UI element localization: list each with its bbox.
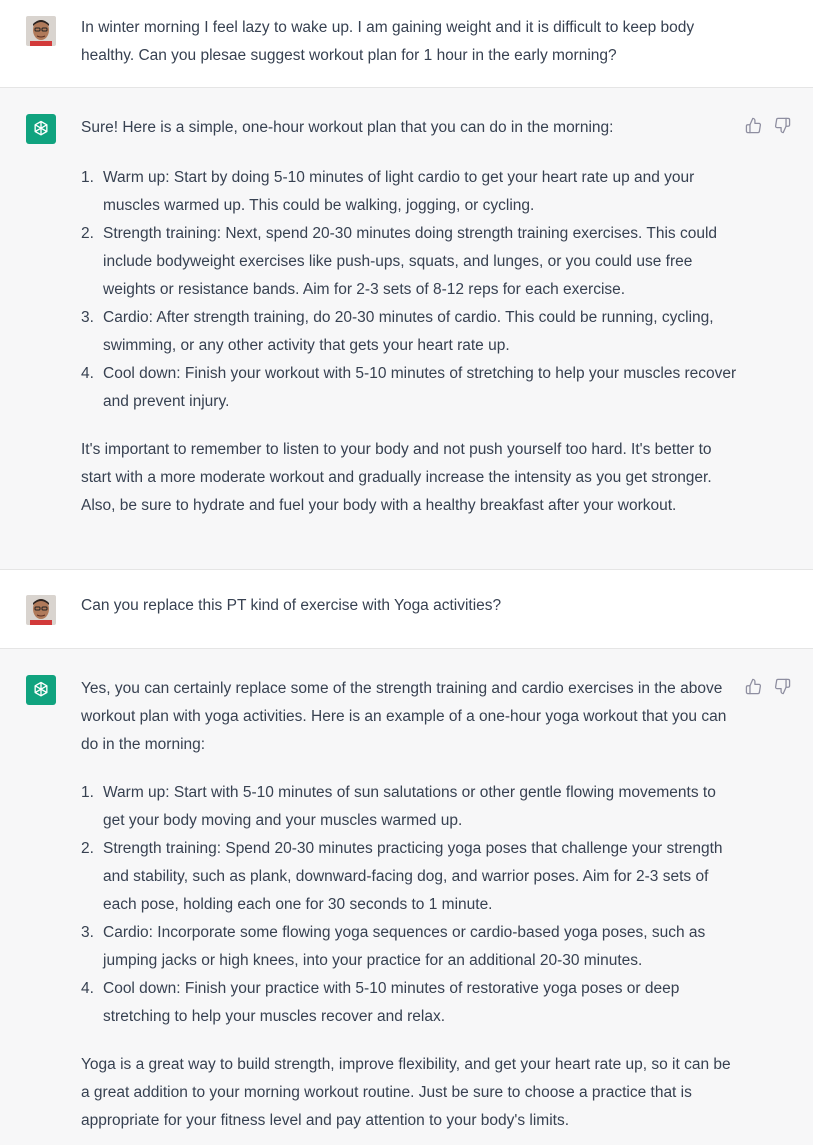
list-number: 3. (81, 309, 94, 326)
thumbs-up-icon[interactable] (745, 678, 762, 695)
list-item-text: Strength training: Next, spend 20-30 min… (103, 225, 718, 298)
openai-logo-icon (26, 114, 56, 144)
feedback-actions (745, 117, 791, 134)
user-message-1: In winter morning I feel lazy to wake up… (0, 0, 813, 88)
list-item-text: Cool down: Finish your practice with 5-1… (103, 980, 680, 1025)
list-number: 3. (81, 924, 94, 941)
list-number: 1. (81, 784, 94, 801)
message-outro: Yoga is a great way to build strength, i… (81, 1056, 731, 1129)
assistant-message-2: Yes, you can certainly replace some of t… (0, 649, 813, 1145)
thumbs-up-icon[interactable] (745, 117, 762, 134)
list-item-text: Warm up: Start by doing 5-10 minutes of … (103, 169, 695, 214)
user-avatar (26, 16, 56, 46)
list-number: 1. (81, 169, 94, 186)
user-message-2: Can you replace this PT kind of exercise… (0, 570, 813, 649)
list-item-text: Cardio: After strength training, do 20-3… (103, 309, 714, 354)
list-item: 2. Strength training: Spend 20-30 minutes… (81, 835, 741, 919)
openai-logo-icon (26, 675, 56, 705)
assistant-message-1: Sure! Here is a simple, one-hour workout… (0, 88, 813, 570)
list-number: 4. (81, 980, 94, 997)
list-item: 2. Strength training: Next, spend 20-30 m… (81, 220, 741, 304)
list-item: 4. Cool down: Finish your workout with 5-… (81, 360, 741, 416)
feedback-actions (745, 678, 791, 695)
list-number: 2. (81, 840, 94, 857)
message-text: In winter morning I feel lazy to wake up… (81, 19, 695, 64)
list-number: 4. (81, 365, 94, 382)
message-intro: Sure! Here is a simple, one-hour workout… (81, 119, 614, 136)
user-avatar (26, 595, 56, 625)
numbered-list: 1. Warm up: Start with 5-10 minutes of su… (81, 779, 741, 1031)
message-outro: It's important to remember to listen to … (81, 441, 712, 514)
message-intro: Yes, you can certainly replace some of t… (81, 680, 727, 753)
list-item-text: Warm up: Start with 5-10 minutes of sun … (103, 784, 716, 829)
numbered-list: 1. Warm up: Start by doing 5-10 minutes o… (81, 164, 741, 416)
message-text: Can you replace this PT kind of exercise… (81, 597, 502, 614)
list-number: 2. (81, 225, 94, 242)
list-item: 4. Cool down: Finish your practice with 5… (81, 975, 741, 1031)
thumbs-down-icon[interactable] (774, 678, 791, 695)
assistant-message-text: Yes, you can certainly replace some of t… (81, 675, 741, 1135)
user-message-text: In winter morning I feel lazy to wake up… (81, 14, 741, 70)
list-item: 1. Warm up: Start by doing 5-10 minutes o… (81, 164, 741, 220)
list-item: 3. Cardio: Incorporate some flowing yoga … (81, 919, 741, 975)
list-item: 1. Warm up: Start with 5-10 minutes of su… (81, 779, 741, 835)
thumbs-down-icon[interactable] (774, 117, 791, 134)
list-item: 3. Cardio: After strength training, do 20… (81, 304, 741, 360)
list-item-text: Cool down: Finish your workout with 5-10… (103, 365, 737, 410)
list-item-text: Strength training: Spend 20-30 minutes p… (103, 840, 723, 913)
assistant-message-text: Sure! Here is a simple, one-hour workout… (81, 114, 741, 520)
user-message-text: Can you replace this PT kind of exercise… (81, 592, 741, 620)
list-item-text: Cardio: Incorporate some flowing yoga se… (103, 924, 706, 969)
